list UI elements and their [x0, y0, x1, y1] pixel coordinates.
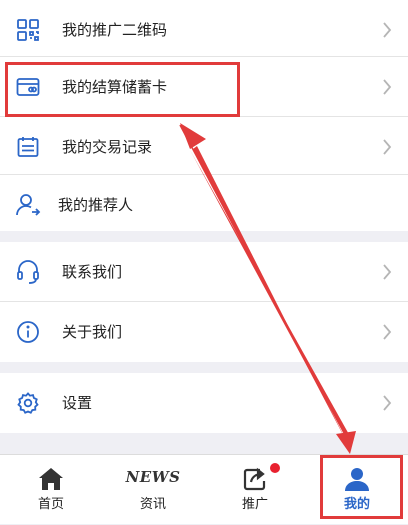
home-icon	[39, 468, 63, 490]
share-icon	[243, 467, 266, 491]
qr-code-icon	[14, 16, 42, 44]
annotation-arrowhead-down	[336, 431, 356, 454]
menu-item-contact-us[interactable]: 联系我们	[0, 242, 408, 301]
menu-item-label: 我的交易记录	[62, 138, 153, 156]
menu-item-label: 联系我们	[62, 263, 123, 281]
menu-item-promo-qr[interactable]: 我的推广二维码	[0, 0, 408, 59]
headset-icon	[14, 258, 42, 286]
news-icon: NEWS	[125, 468, 181, 486]
settings-gear-icon	[14, 389, 42, 417]
chevron-right-icon	[383, 21, 392, 38]
menu-item-label: 我的推广二维码	[62, 21, 168, 39]
menu-item-settings[interactable]: 设置	[0, 373, 408, 432]
tab-label: 资讯	[139, 497, 166, 512]
menu-group-settings: 设置	[0, 373, 408, 433]
menu-item-referrer[interactable]: 我的推荐人	[0, 175, 408, 234]
tab-home[interactable]: 首页	[0, 455, 102, 525]
chevron-right-icon	[383, 394, 392, 411]
user-referrer-icon	[14, 191, 42, 219]
info-icon	[14, 318, 42, 346]
highlight-box-settlement-card	[5, 62, 240, 117]
tab-label: 推广	[241, 497, 268, 512]
menu-item-about-us[interactable]: 关于我们	[0, 302, 408, 361]
chevron-right-icon	[383, 323, 392, 340]
menu-item-label: 我的推荐人	[58, 196, 134, 214]
tab-news[interactable]: NEWS 资讯	[102, 455, 204, 525]
menu-item-transaction-records[interactable]: 我的交易记录	[0, 117, 408, 176]
highlight-box-mine-tab	[320, 455, 403, 519]
tab-promote[interactable]: 推广	[204, 455, 306, 525]
calendar-icon	[14, 133, 42, 161]
menu-group-support: 联系我们 关于我们	[0, 242, 408, 362]
tab-label: 首页	[37, 497, 64, 512]
chevron-right-icon	[383, 138, 392, 155]
chevron-right-icon	[383, 263, 392, 280]
notification-dot	[270, 463, 280, 473]
menu-item-label: 设置	[62, 394, 93, 412]
chevron-right-icon	[383, 78, 392, 95]
menu-item-label: 关于我们	[62, 323, 123, 341]
